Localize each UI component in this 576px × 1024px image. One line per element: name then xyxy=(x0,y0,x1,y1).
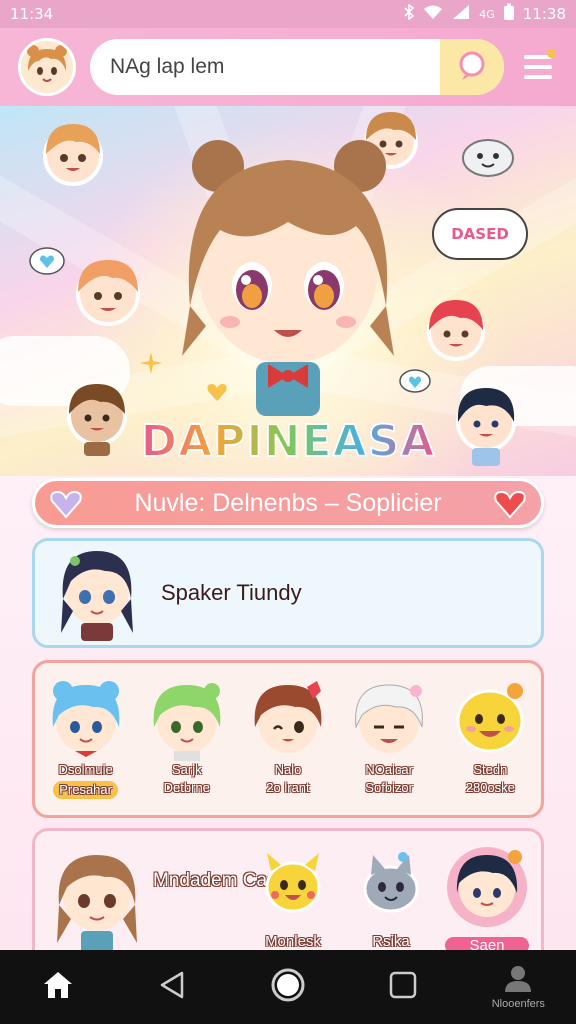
pikachu-avatar xyxy=(265,853,321,913)
bottom-item-label: Monlesk xyxy=(265,933,321,950)
friend-card[interactable]: Dsolmuie Presahar xyxy=(40,677,132,815)
speech-bubble: DASED xyxy=(432,208,528,260)
character-avatar xyxy=(447,847,527,927)
friend-status: Sofbizor xyxy=(365,780,413,795)
battery-icon xyxy=(503,3,515,25)
friend-status: 280oske xyxy=(465,780,515,795)
signal-icon xyxy=(451,4,471,24)
home-icon xyxy=(42,970,74,1004)
menu-button[interactable] xyxy=(518,47,558,87)
nav-bar: Nlooenfers xyxy=(0,950,576,1024)
friend-avatar xyxy=(153,683,221,761)
home-button[interactable] xyxy=(23,957,93,1017)
banner-title: Nuvle: Delnenbs – Soplicier xyxy=(134,488,442,517)
friend-name: Stedn xyxy=(473,762,508,777)
friend-name: NOaicar xyxy=(365,762,413,777)
cat-avatar xyxy=(363,852,419,913)
featured-name: Spaker Tiundy xyxy=(161,580,302,605)
friend-avatar xyxy=(254,681,322,753)
friend-card[interactable]: NOaicar Sofbizor xyxy=(343,677,435,815)
status-bar: 11:34 4G 11:38 xyxy=(0,0,576,28)
friend-card[interactable]: Stedn 280oske xyxy=(444,677,536,815)
home-circle-button[interactable] xyxy=(253,957,323,1017)
bottom-item[interactable]: Monlesk xyxy=(261,851,325,950)
status-time-left: 11:34 xyxy=(10,5,54,23)
bluetooth-icon xyxy=(403,3,415,24)
friend-avatar xyxy=(52,681,119,757)
search-icon xyxy=(455,48,489,86)
friend-avatar xyxy=(456,683,524,753)
heart-icon xyxy=(493,489,527,526)
bottom-item-label: Rsika xyxy=(372,933,410,950)
friend-status: Detbrne xyxy=(163,780,210,795)
app-bar xyxy=(0,28,576,106)
friend-tag: Presahar xyxy=(53,781,118,799)
heart-bubble-icon xyxy=(28,246,66,284)
friend-avatar xyxy=(355,684,424,753)
heart-gem-icon xyxy=(49,489,83,526)
friend-avatar xyxy=(53,541,141,645)
friends-grid: Dsolmuie Presahar Sarjk Detbrne Nalo 2o … xyxy=(32,660,544,818)
search-button[interactable] xyxy=(440,39,504,95)
search-input[interactable] xyxy=(110,55,410,79)
search-bar xyxy=(90,39,504,95)
friend-name: Sarjk xyxy=(171,762,202,777)
app-logo: DAPINEASA xyxy=(0,415,576,468)
bottom-item[interactable]: Saen xyxy=(445,845,529,954)
person-icon xyxy=(503,964,533,996)
main-character xyxy=(160,126,416,420)
profile-nav-button[interactable]: Nlooenfers xyxy=(483,957,553,1017)
network-type: 4G xyxy=(479,7,495,21)
star-icon xyxy=(140,352,162,378)
section-title-banner: Nuvle: Delnenbs – Soplicier xyxy=(32,478,544,528)
hero-banner: DASED DAPINEASA xyxy=(0,106,576,476)
nav-label: Nlooenfers xyxy=(491,998,545,1010)
featured-friend-card[interactable]: Spaker Tiundy xyxy=(32,538,544,648)
friend-name: Nalo xyxy=(274,762,302,777)
back-icon xyxy=(158,970,188,1004)
status-right: 4G 11:38 xyxy=(403,3,566,25)
chibi-sticker xyxy=(36,116,110,194)
avatar[interactable] xyxy=(18,38,76,96)
wifi-icon xyxy=(423,4,443,24)
chibi-sticker xyxy=(68,252,148,336)
logo-text: DAPINEASA xyxy=(140,415,436,468)
bottom-character[interactable] xyxy=(49,843,145,957)
chibi-sticker xyxy=(420,294,492,370)
friend-name: Dsolmuie xyxy=(58,762,113,777)
friend-card[interactable]: Nalo 2o lrant xyxy=(242,677,334,815)
friend-status: 2o lrant xyxy=(266,780,310,795)
notification-dot xyxy=(547,49,556,58)
recents-button[interactable] xyxy=(368,957,438,1017)
circle-icon xyxy=(270,967,306,1007)
square-icon xyxy=(388,970,418,1004)
bottom-section-card: Mndadem Caol Monlesk Rsika Saen xyxy=(32,828,544,958)
status-time-right: 11:38 xyxy=(522,5,566,23)
back-button[interactable] xyxy=(138,957,208,1017)
ghost-sticker xyxy=(460,136,516,186)
friend-card[interactable]: Sarjk Detbrne xyxy=(141,677,233,815)
bottom-item[interactable]: Rsika xyxy=(359,851,423,950)
